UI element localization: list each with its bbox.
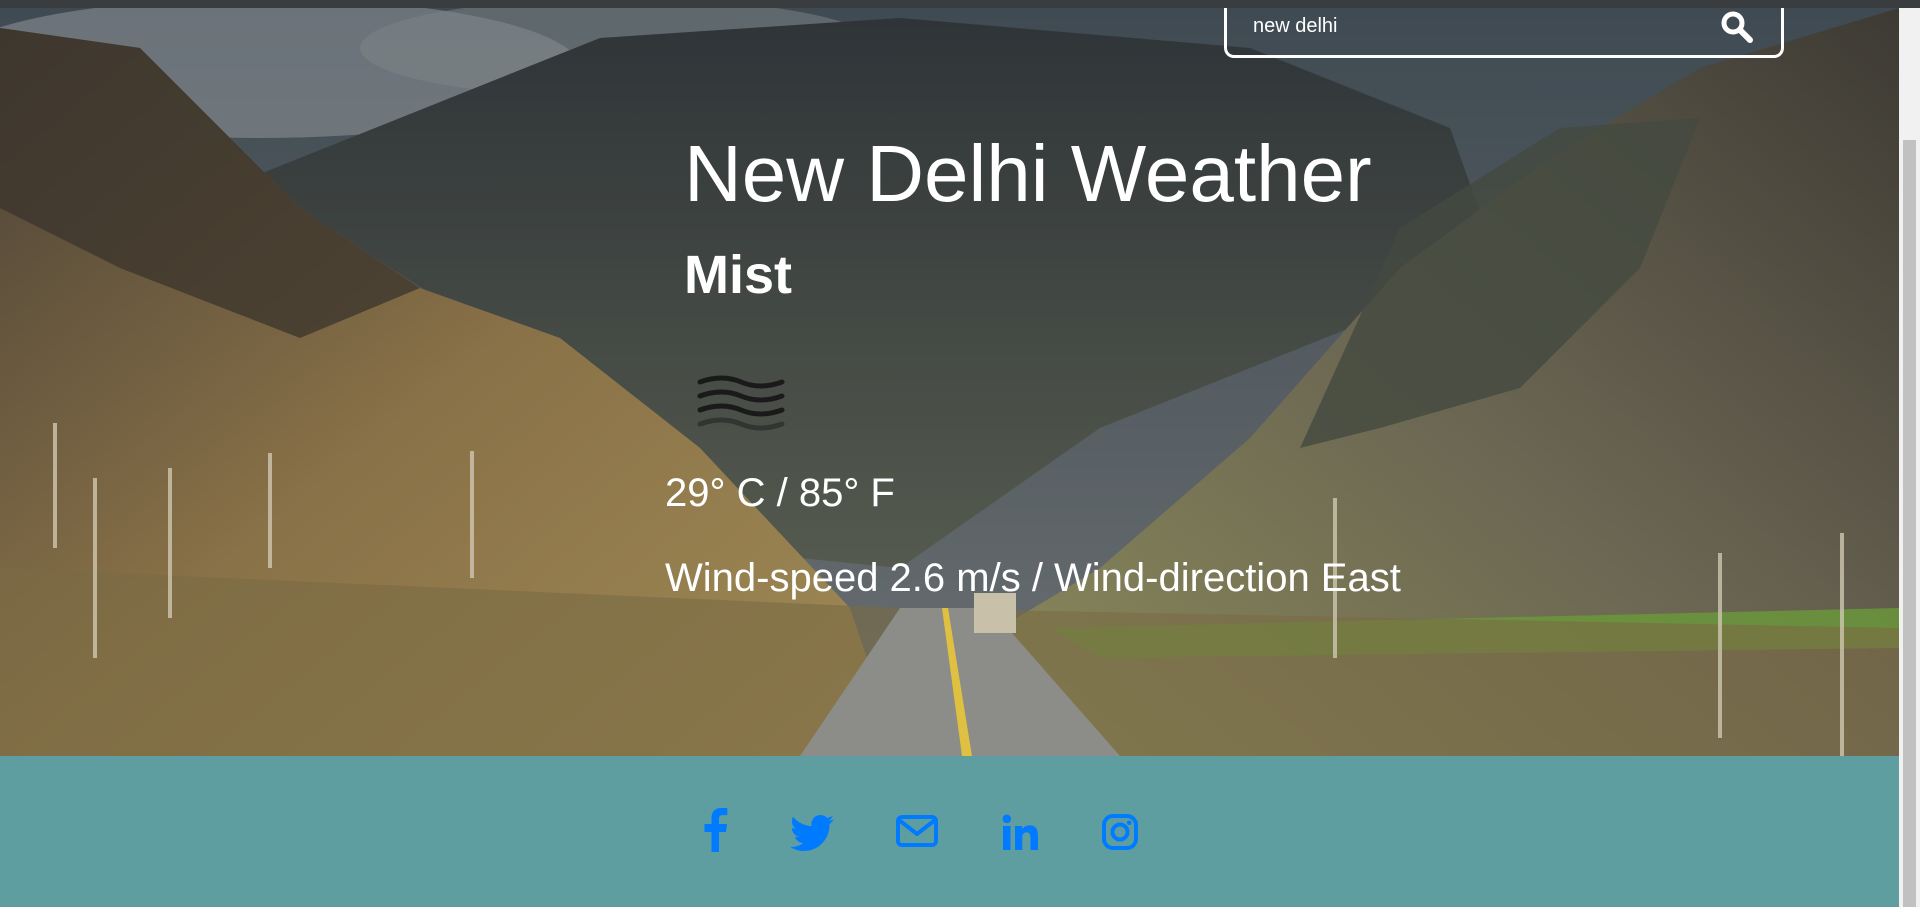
instagram-icon[interactable] — [1102, 814, 1138, 850]
scrollbar-thumb[interactable] — [1903, 140, 1916, 907]
mountain-landscape-image — [0, 8, 1899, 756]
mail-icon[interactable] — [896, 815, 938, 847]
footer — [0, 756, 1899, 907]
twitter-icon[interactable] — [790, 815, 834, 851]
mist-icon — [697, 375, 785, 431]
hero-background: New Delhi Weather Mist 29° C / 85° F Win… — [0, 8, 1899, 756]
search-input[interactable] — [1251, 10, 1715, 42]
search-icon — [1721, 11, 1753, 43]
temperature-text: 29° C / 85° F — [665, 471, 895, 515]
facebook-icon[interactable] — [700, 808, 730, 852]
linkedin-icon[interactable] — [1002, 814, 1038, 850]
wind-text: Wind-speed 2.6 m/s / Wind-direction East — [665, 556, 1401, 600]
weather-condition: Mist — [684, 245, 792, 305]
browser-top-edge — [0, 0, 1920, 8]
weather-title: New Delhi Weather — [684, 129, 1372, 218]
search-button[interactable] — [1719, 10, 1755, 44]
search-box — [1224, 8, 1784, 58]
